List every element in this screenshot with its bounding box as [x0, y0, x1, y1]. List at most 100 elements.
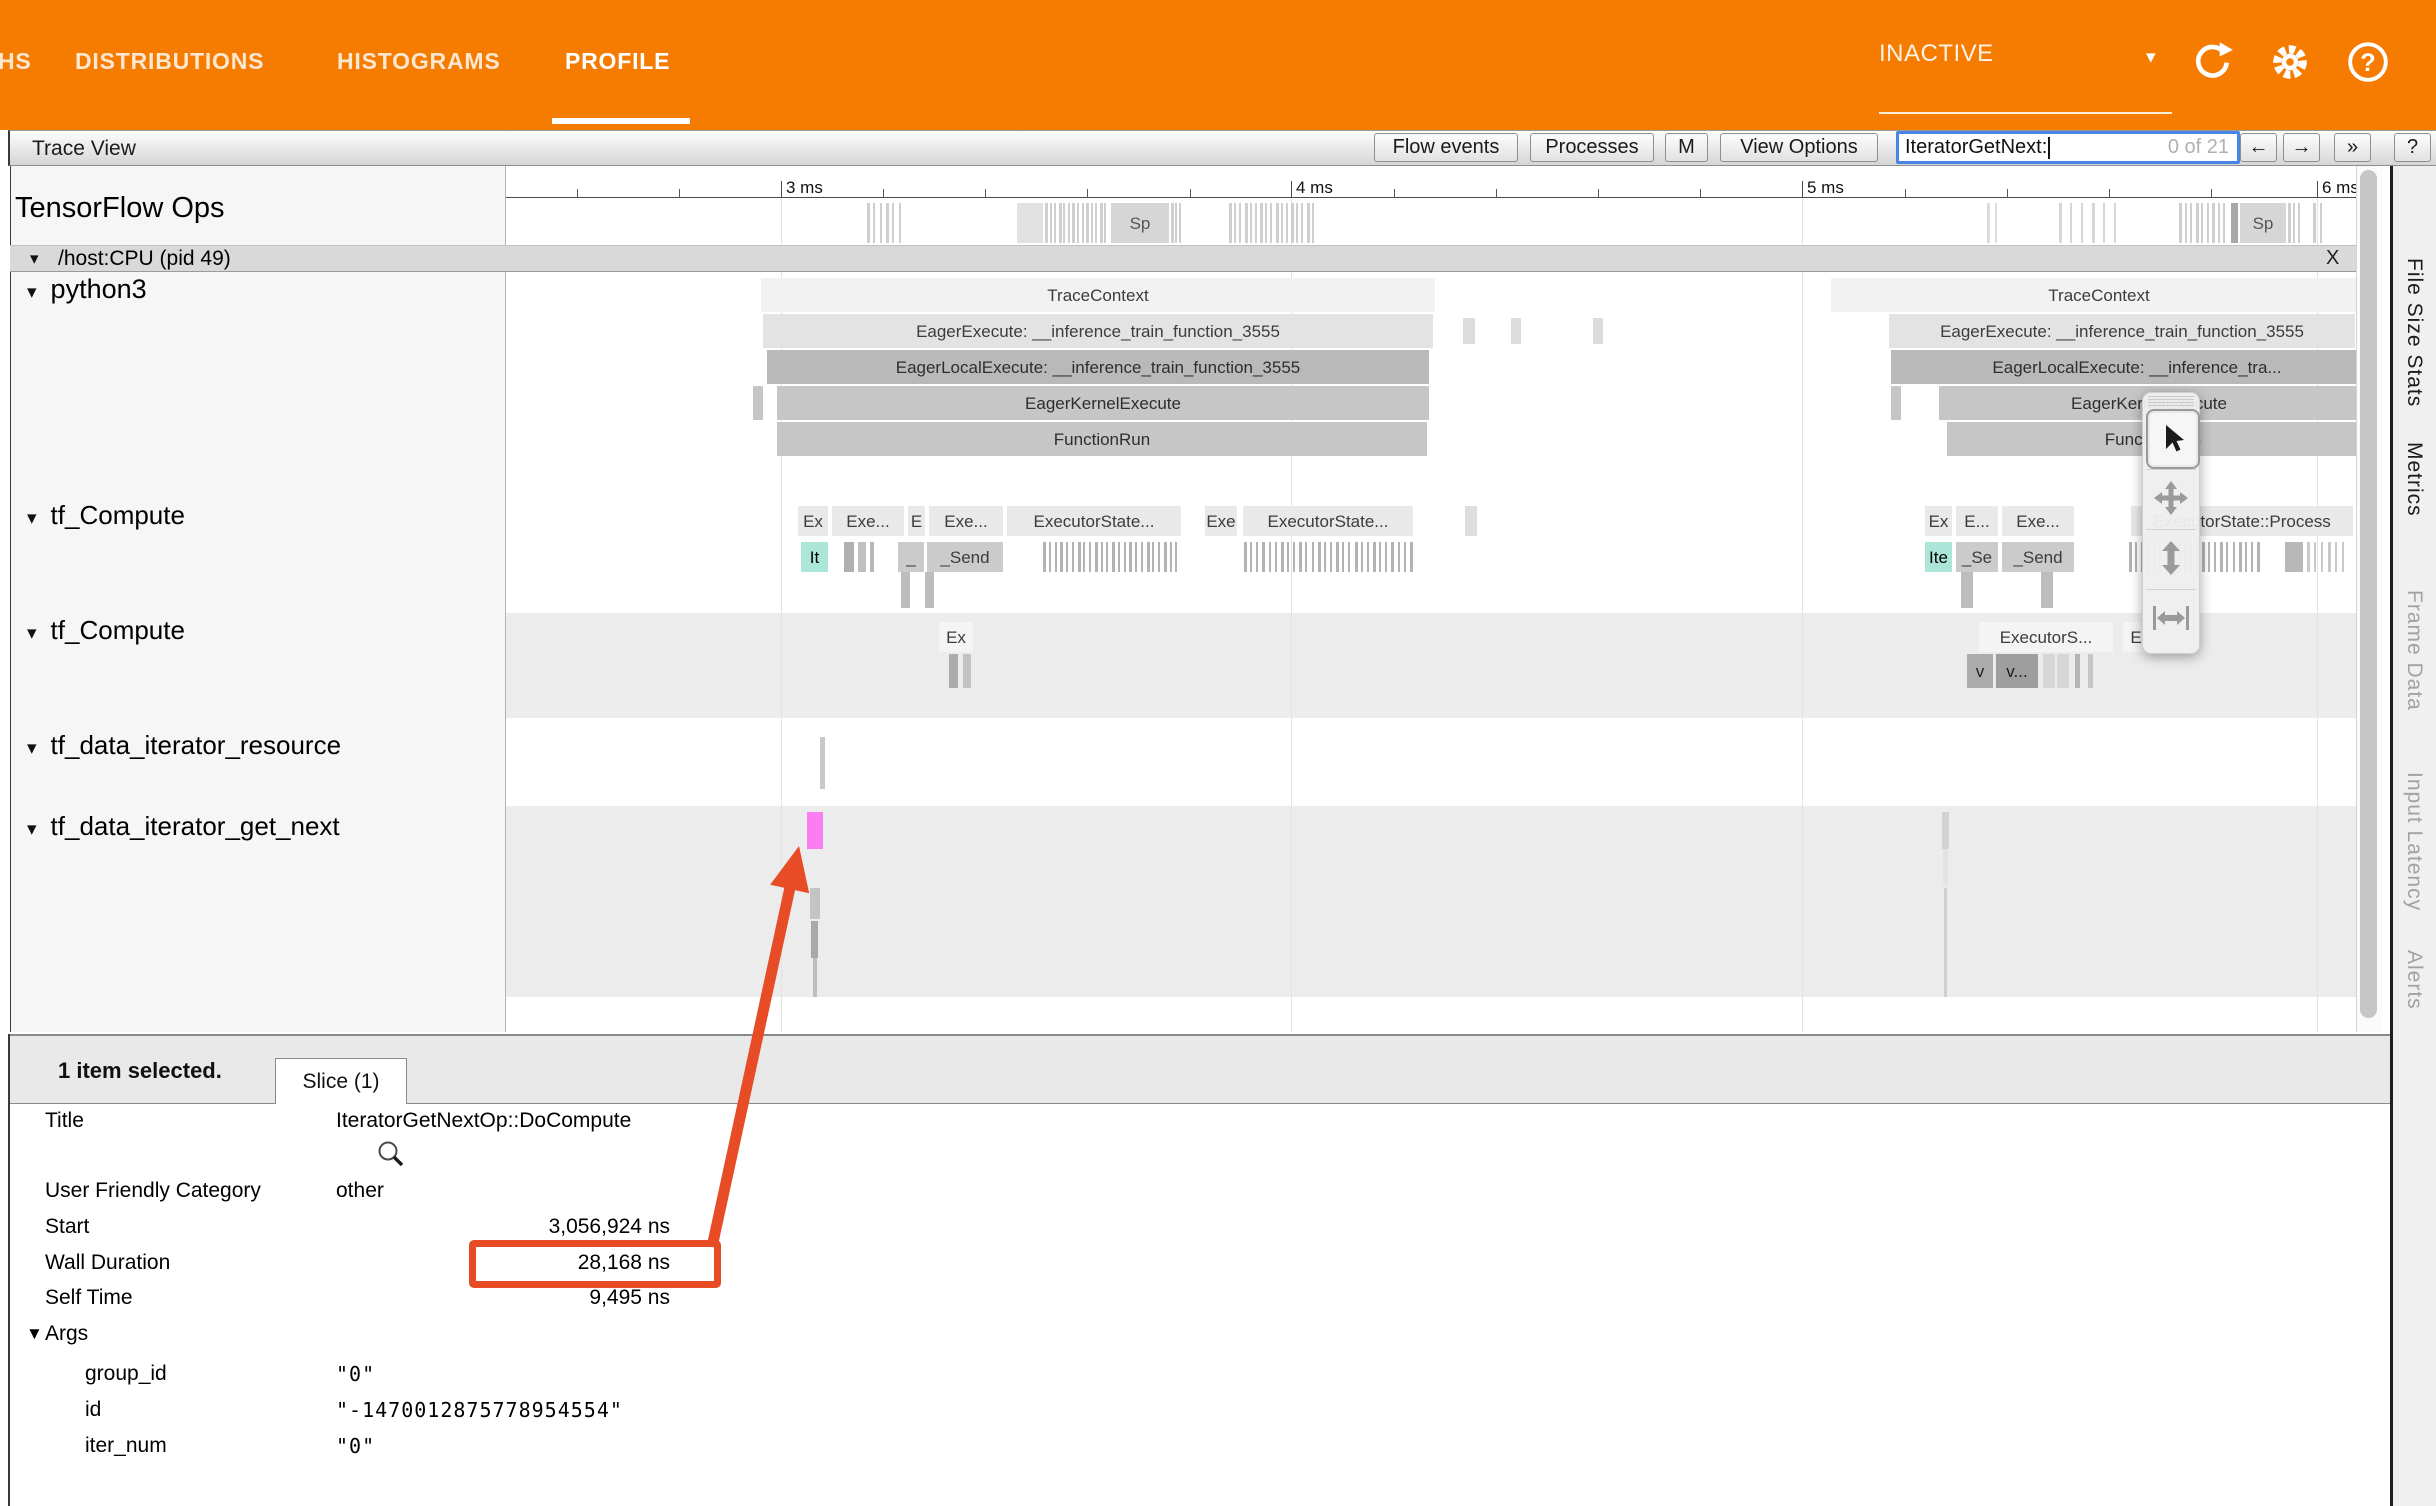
trace-event[interactable] [2342, 542, 2344, 572]
trace-event[interactable] [1286, 203, 1288, 243]
trace-event[interactable] [1891, 386, 1901, 420]
trace-event-v-[interactable]: v... [1996, 654, 2038, 688]
trace-event-exe-[interactable]: Exe... [929, 506, 1003, 536]
trace-event[interactable] [880, 203, 882, 243]
trace-event-functionrun[interactable]: FunctionRun [777, 422, 1427, 456]
sidebar-tab-input-latency[interactable]: Input Latency [2402, 772, 2426, 911]
track-label-tf-data-iterator-resource[interactable]: ▾tf_data_iterator_resource [27, 730, 341, 761]
trace-event[interactable] [2218, 203, 2220, 243]
trace-event[interactable] [2075, 654, 2080, 688]
trace-event[interactable] [1463, 318, 1475, 344]
trace-event[interactable] [1961, 572, 1973, 608]
trace-event--send[interactable]: _Send [2002, 542, 2074, 572]
trace-event[interactable] [2220, 542, 2223, 572]
trace-event-eagerkernelexecute[interactable]: EagerKernelExecute [777, 386, 1429, 420]
trace-event[interactable] [1112, 542, 1115, 572]
trace-event[interactable] [2288, 203, 2291, 243]
trace-event[interactable] [2321, 542, 2323, 572]
trace-event[interactable] [1299, 542, 1302, 572]
trace-event[interactable] [1262, 542, 1265, 572]
trace-event[interactable] [2298, 203, 2300, 243]
trace-event-eagerexecute-inference-train-f[interactable]: EagerExecute: __inference_train_function… [1889, 314, 2355, 348]
trace-event[interactable] [1049, 542, 1051, 572]
trace-event[interactable] [1141, 542, 1143, 572]
trace-event[interactable] [1348, 542, 1350, 572]
trace-event[interactable] [1312, 542, 1314, 572]
trace-event[interactable] [2313, 203, 2316, 243]
close-icon[interactable]: X [2326, 247, 2339, 270]
trace-event-sp[interactable]: Sp [1111, 203, 1169, 243]
trace-event[interactable] [1106, 542, 1108, 572]
trace-event[interactable] [1943, 849, 1948, 885]
trace-event[interactable] [1100, 203, 1103, 243]
trace-event[interactable] [867, 203, 870, 243]
trace-event[interactable] [1270, 203, 1272, 243]
trace-event--[interactable]: _ [898, 542, 924, 572]
trace-event[interactable] [1054, 203, 1056, 243]
trace-help-button[interactable]: ? [2394, 133, 2431, 162]
trace-event[interactable] [2207, 203, 2209, 243]
trace-event-eagerlocalexecute-inference-tr[interactable]: EagerLocalExecute: __inference_train_fun… [767, 350, 1429, 384]
trace-event[interactable] [1307, 203, 1310, 243]
trace-event[interactable] [1059, 203, 1062, 243]
sidebar-tab-alerts[interactable]: Alerts [2402, 950, 2426, 1010]
trace-event[interactable] [1330, 542, 1332, 572]
trace-event[interactable] [2129, 542, 2132, 572]
trace-event[interactable] [2335, 542, 2337, 572]
trace-event[interactable] [1250, 542, 1252, 572]
trace-event[interactable] [811, 921, 818, 958]
trace-event[interactable] [1291, 203, 1294, 243]
sidebar-tab-metrics[interactable]: Metrics [2402, 442, 2426, 517]
timeline-canvas[interactable]: 3 ms4 ms5 ms6 msSpSpTraceContextTraceCon… [505, 166, 2356, 1032]
trace-event[interactable] [2135, 542, 2137, 572]
trace-event[interactable] [1045, 203, 1048, 243]
track-label-python3[interactable]: ▾python3 [27, 274, 147, 305]
trace-event[interactable] [2231, 203, 2238, 243]
trace-event[interactable] [2226, 542, 2228, 572]
tab-distributions[interactable]: DISTRIBUTIONS [75, 48, 264, 75]
trace-event-sp[interactable]: Sp [2240, 203, 2286, 243]
trace-event-executorstate-[interactable]: ExecutorState... [1243, 506, 1413, 536]
trace-event[interactable] [2208, 542, 2210, 572]
sidebar-tab-frame-data[interactable]: Frame Data [2402, 590, 2426, 711]
trace-event[interactable] [2223, 203, 2225, 243]
trace-event[interactable] [1170, 542, 1172, 572]
trace-event[interactable] [1124, 542, 1126, 572]
trace-event[interactable] [1265, 203, 1267, 243]
gear-icon[interactable] [2268, 40, 2312, 84]
view-options-button[interactable]: View Options [1720, 133, 1878, 162]
trace-event[interactable] [1091, 203, 1093, 243]
trace-event[interactable] [1336, 542, 1339, 572]
trace-event[interactable] [2328, 542, 2331, 572]
trace-event-exe-[interactable]: Exe... [2002, 506, 2074, 536]
trace-event[interactable] [1301, 203, 1303, 243]
run-selector-dropdown[interactable]: INACTIVE ▾ [1879, 40, 2172, 68]
trace-event[interactable] [2245, 542, 2247, 572]
trace-event[interactable] [2185, 203, 2187, 243]
find-previous-button[interactable]: ← [2240, 133, 2277, 162]
trace-event[interactable] [1385, 542, 1387, 572]
trace-event[interactable] [2214, 542, 2216, 572]
trace-event[interactable] [1245, 203, 1248, 243]
trace-event[interactable] [901, 572, 910, 608]
trace-event[interactable] [1287, 542, 1289, 572]
trace-event[interactable] [1305, 542, 1307, 572]
trace-event[interactable] [1082, 203, 1084, 243]
trace-event-ex[interactable]: Ex [798, 506, 828, 536]
trace-event[interactable] [1342, 542, 1344, 572]
trace-event[interactable] [1101, 542, 1103, 572]
trace-event[interactable] [1398, 542, 1400, 572]
tab-profile[interactable]: PROFILE [565, 48, 670, 75]
trace-event[interactable] [1276, 203, 1279, 243]
timing-tool-button[interactable] [2146, 589, 2196, 646]
track-label-tf-compute-2[interactable]: ▾tf_Compute [27, 615, 185, 646]
trace-event[interactable] [1367, 542, 1369, 572]
trace-event[interactable] [1135, 542, 1137, 572]
trace-event[interactable] [1250, 203, 1252, 243]
trace-event-tracecontext[interactable]: TraceContext [1831, 278, 2356, 312]
slice-tab[interactable]: Slice (1) [275, 1058, 407, 1104]
trace-event[interactable] [1086, 203, 1089, 243]
trace-event[interactable] [1239, 203, 1241, 243]
trace-event[interactable] [1281, 203, 1283, 243]
trace-event[interactable] [925, 572, 934, 608]
